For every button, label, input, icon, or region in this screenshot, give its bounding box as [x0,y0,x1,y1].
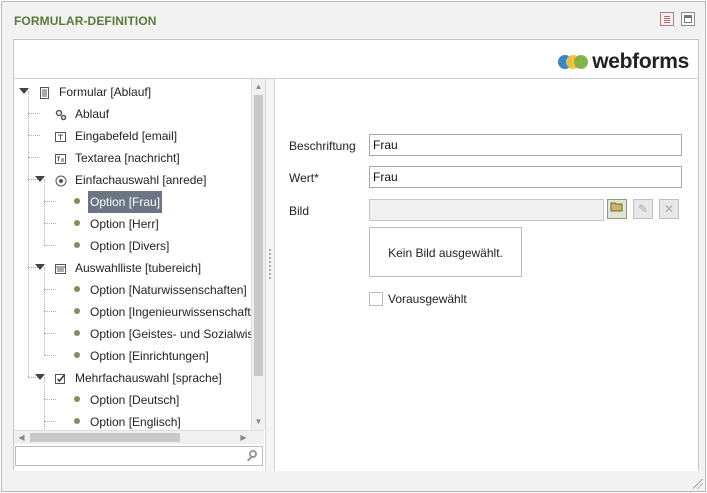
tree-branch-line [28,157,40,158]
tree-branch-line [44,421,56,422]
tree-node-label: Option [Deutsch] [90,393,180,407]
option-dot-icon [74,220,80,226]
scrollbar-thumb[interactable] [30,433,180,442]
tree-pane: Formular [Ablauf] Ablauf Eingabefeld [emai… [14,79,265,471]
tree-branch-line [44,201,56,202]
tree-node-label: Option [Geistes- und Sozialwissenschafte… [90,327,251,341]
open-folder-button[interactable] [607,199,627,219]
gears-icon [55,107,67,121]
edit-image-button[interactable]: ✎ [633,199,653,219]
option-dot-icon [74,396,80,402]
tree-node-label: Option [Naturwissenschaften] [90,283,247,297]
option-dot-icon [74,352,80,358]
scroll-left-icon[interactable]: ◀ [16,432,27,443]
option-dot-icon [74,242,80,248]
option-dot-icon [74,286,80,292]
form-icon [39,85,50,99]
list-icon [55,261,66,274]
form-tree[interactable]: Formular [Ablauf] Ablauf Eingabefeld [emai… [14,79,251,430]
tree-guide-line [44,179,45,245]
scroll-up-icon[interactable]: ▲ [254,81,263,92]
webforms-logo: webforms [558,50,689,74]
tree-node-label: Ablauf [75,107,110,121]
tree-node-label: Einfachauswahl [anrede] [75,173,207,187]
tree-node-label: Option [Divers] [90,239,170,253]
tree-node-label: Mehrfachauswahl [sprache] [75,371,222,385]
scrollbar-thumb[interactable] [254,95,263,376]
option-dot-icon [74,418,80,424]
window-title: FORMULAR-DEFINITION [14,14,157,28]
preselected-label[interactable]: Vorausgewählt [388,292,467,306]
tree-node-label: Option [Einrichtungen] [90,349,209,363]
edit-icon: ✎ [637,202,649,216]
expand-arrow-icon[interactable] [35,264,45,270]
tree-node-label: Formular [Ablauf] [59,85,152,99]
pane-splitter[interactable] [265,79,275,471]
preselected-checkbox[interactable] [369,292,383,306]
logo-text: webforms [592,50,689,73]
expand-arrow-icon[interactable] [35,176,45,182]
tree-branch-line [28,135,40,136]
tree-horizontal-scrollbar[interactable]: ◀ ▶ [14,430,264,444]
checkbox-icon [55,371,66,384]
tree-node-label: Option [Herr] [90,217,159,231]
radio-icon [55,173,67,187]
tree-branch-line [44,245,56,246]
option-dot-icon [74,330,80,336]
tree-search-field [15,446,263,466]
document-icon[interactable] [660,12,674,26]
tree-branch-line [44,333,56,334]
caption-label: Beschriftung [289,139,356,153]
tree-guide-line [28,91,29,377]
maximize-icon[interactable] [681,12,695,26]
splitter-grip-icon[interactable] [269,249,273,279]
image-preview: Kein Bild ausgewählt. [369,227,522,277]
image-path-field[interactable] [369,199,604,221]
value-input[interactable] [369,166,682,188]
tree-node-label: Option [Frau] [88,191,163,213]
tree-branch-line [44,311,56,312]
tree-branch-line [44,289,56,290]
scroll-right-icon[interactable]: ▶ [238,432,249,443]
tree-node-label: Option [Ingenieurwissenschaften] [90,305,251,319]
expand-arrow-icon[interactable] [19,88,29,94]
value-label: Wert* [289,171,319,185]
tree-branch-line [44,399,56,400]
tree-branch-line [28,113,40,114]
tree-search-input[interactable] [19,448,243,466]
remove-image-button[interactable]: ✕ [659,199,679,219]
textarea-icon [55,151,66,164]
caption-input[interactable] [369,134,682,156]
form-definition-window: FORMULAR-DEFINITION webforms Formular [A… [1,1,706,492]
resize-handle-icon[interactable] [693,479,703,489]
textfield-icon [55,129,66,142]
option-dot-icon [74,198,80,204]
tree-node-label: Option [Englisch] [90,415,181,429]
main-panel: webforms Formular [Ablauf] Ablauf Eingabef… [13,39,699,471]
option-dot-icon [74,308,80,314]
folder-icon [610,202,623,212]
option-form: Beschriftung Wert* Bild ✎ ✕ Kein Bild au… [275,79,698,471]
logo-dots-icon [558,55,589,69]
tree-node-label: Eingabefeld [email] [75,129,178,143]
expand-arrow-icon[interactable] [35,374,45,380]
tree-node-label: Textarea [nachricht] [75,151,180,165]
scroll-down-icon[interactable]: ▼ [254,416,263,427]
image-label: Bild [289,204,310,218]
logo-bar: webforms [14,40,698,79]
tree-branch-line [44,355,56,356]
tree-branch-line [44,223,56,224]
window-toolbar [660,12,695,26]
tree-vertical-scrollbar[interactable]: ▲ ▼ [251,79,265,430]
search-icon[interactable] [249,450,257,458]
tree-node-label: Auswahlliste [tubereich] [75,261,202,275]
close-icon: ✕ [663,202,675,216]
